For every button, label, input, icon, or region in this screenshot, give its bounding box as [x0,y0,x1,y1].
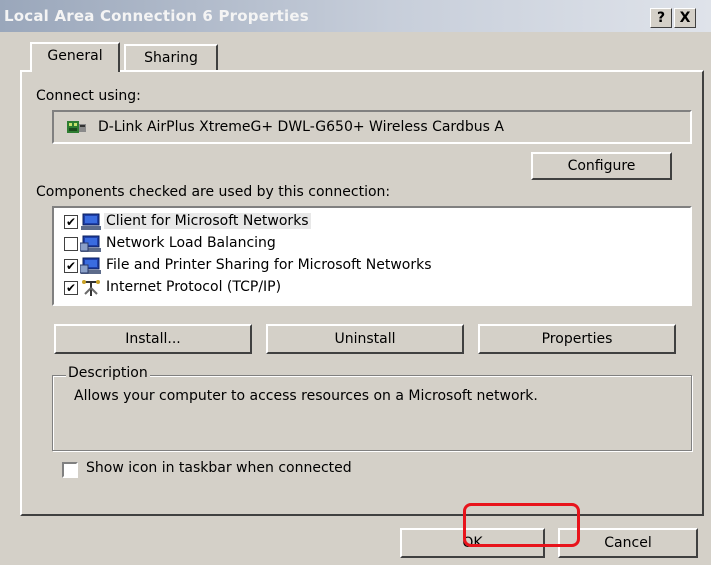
install-button[interactable]: Install... [54,324,252,354]
file-sharing-checkbox[interactable]: ✔ [64,259,78,273]
taskbar-option-label: Show icon in taskbar when connected [86,460,352,476]
components-label: Components checked are used by this conn… [36,184,391,200]
window-title: Local Area Connection 6 Properties [4,7,309,25]
properties-button[interactable]: Properties [478,324,676,354]
description-group [52,375,692,451]
configure-button[interactable]: Configure [531,152,672,180]
load-balancing-label: Network Load Balancing [106,235,276,251]
components-list[interactable]: ✔ Client for Microsoft Networks Network … [52,206,692,306]
taskbar-icon-checkbox[interactable] [62,462,78,478]
ok-highlight-annotation [463,503,580,547]
file-sharing-label: File and Printer Sharing for Microsoft N… [106,257,432,273]
client-checkbox[interactable]: ✔ [64,215,78,229]
title-bar[interactable]: Local Area Connection 6 Properties ? X [0,0,711,32]
adapter-name: D-Link AirPlus XtremeG+ DWL-G650+ Wirele… [98,119,504,135]
tcpip-checkbox[interactable]: ✔ [64,281,78,295]
description-label: Description [66,365,150,381]
network-service-icon [80,235,101,252]
list-item[interactable]: ✔ Internet Protocol (TCP/IP) [58,278,678,300]
client-label: Client for Microsoft Networks [104,213,311,229]
list-item[interactable]: ✔ File and Printer Sharing for Microsoft… [58,256,678,278]
properties-dialog: Local Area Connection 6 Properties ? X G… [0,0,711,565]
tab-sharing[interactable]: Sharing [124,44,218,71]
tab-panel-general: Connect using: D-Link AirPlus XtremeG+ D… [20,70,704,516]
protocol-icon [82,280,100,296]
load-balancing-checkbox[interactable] [64,237,78,251]
network-service-icon [80,257,101,274]
list-item[interactable]: Network Load Balancing [58,234,678,256]
network-adapter-icon [67,121,86,133]
list-item[interactable]: ✔ Client for Microsoft Networks [58,212,678,234]
adapter-field: D-Link AirPlus XtremeG+ DWL-G650+ Wirele… [52,110,692,144]
description-text: Allows your computer to access resources… [74,388,538,404]
connect-using-label: Connect using: [36,88,141,104]
tab-general[interactable]: General [30,42,120,72]
close-button[interactable]: X [674,8,696,28]
help-button[interactable]: ? [650,8,672,28]
uninstall-button[interactable]: Uninstall [266,324,464,354]
network-client-icon [81,213,101,230]
tcpip-label: Internet Protocol (TCP/IP) [106,279,282,295]
